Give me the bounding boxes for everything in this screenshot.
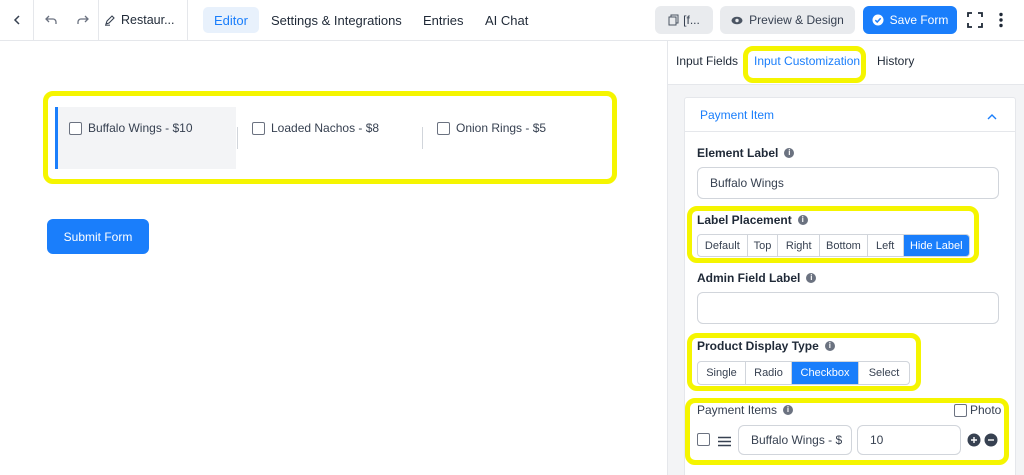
tab-entries[interactable]: Entries bbox=[412, 7, 474, 33]
tab-settings-integrations[interactable]: Settings & Integrations bbox=[260, 7, 413, 33]
highlight-box bbox=[687, 206, 979, 263]
section-title[interactable]: Payment Item bbox=[700, 108, 774, 122]
preview-label: Preview & Design bbox=[749, 13, 844, 27]
undo-icon[interactable] bbox=[37, 0, 65, 40]
tab-input-fields[interactable]: Input Fields bbox=[676, 54, 738, 68]
redo-icon[interactable] bbox=[69, 0, 97, 40]
element-label-input[interactable]: Buffalo Wings bbox=[697, 167, 999, 199]
check-circle-icon bbox=[872, 14, 884, 26]
eye-icon bbox=[731, 16, 743, 24]
highlight-box bbox=[687, 333, 921, 391]
copy-icon bbox=[668, 14, 679, 26]
tab-history[interactable]: History bbox=[877, 54, 914, 68]
chevron-up-icon[interactable] bbox=[986, 109, 998, 127]
tab-ai-chat[interactable]: AI Chat bbox=[474, 7, 539, 33]
top-bar: Restaur... Editor Settings & Integration… bbox=[0, 0, 1024, 41]
save-form-button[interactable]: Save Form bbox=[863, 6, 957, 34]
highlight-box bbox=[43, 91, 617, 184]
tab-editor[interactable]: Editor bbox=[203, 7, 259, 33]
submit-form-button[interactable]: Submit Form bbox=[47, 219, 149, 254]
form-title[interactable]: Restaur... bbox=[104, 0, 184, 40]
fullscreen-icon[interactable] bbox=[964, 0, 986, 40]
info-icon[interactable]: i bbox=[806, 273, 817, 283]
more-options-icon[interactable] bbox=[992, 0, 1010, 40]
admin-field-label-input[interactable] bbox=[697, 292, 999, 324]
element-label-text: Element Label bbox=[697, 146, 779, 160]
info-icon[interactable]: i bbox=[784, 148, 795, 158]
element-label-heading: Element Label i bbox=[697, 146, 795, 160]
admin-field-label-text: Admin Field Label bbox=[697, 271, 801, 285]
admin-field-label-heading: Admin Field Label i bbox=[697, 271, 817, 285]
highlight-box bbox=[743, 46, 866, 83]
shortcode-label: [f... bbox=[683, 13, 700, 27]
edit-icon bbox=[105, 15, 115, 26]
form-title-text: Restaur... bbox=[121, 13, 175, 27]
back-icon[interactable] bbox=[0, 0, 33, 40]
shortcode-button[interactable]: [f... bbox=[655, 6, 713, 34]
preview-design-button[interactable]: Preview & Design bbox=[720, 6, 855, 34]
save-label: Save Form bbox=[889, 13, 949, 27]
highlight-box bbox=[685, 398, 1009, 465]
